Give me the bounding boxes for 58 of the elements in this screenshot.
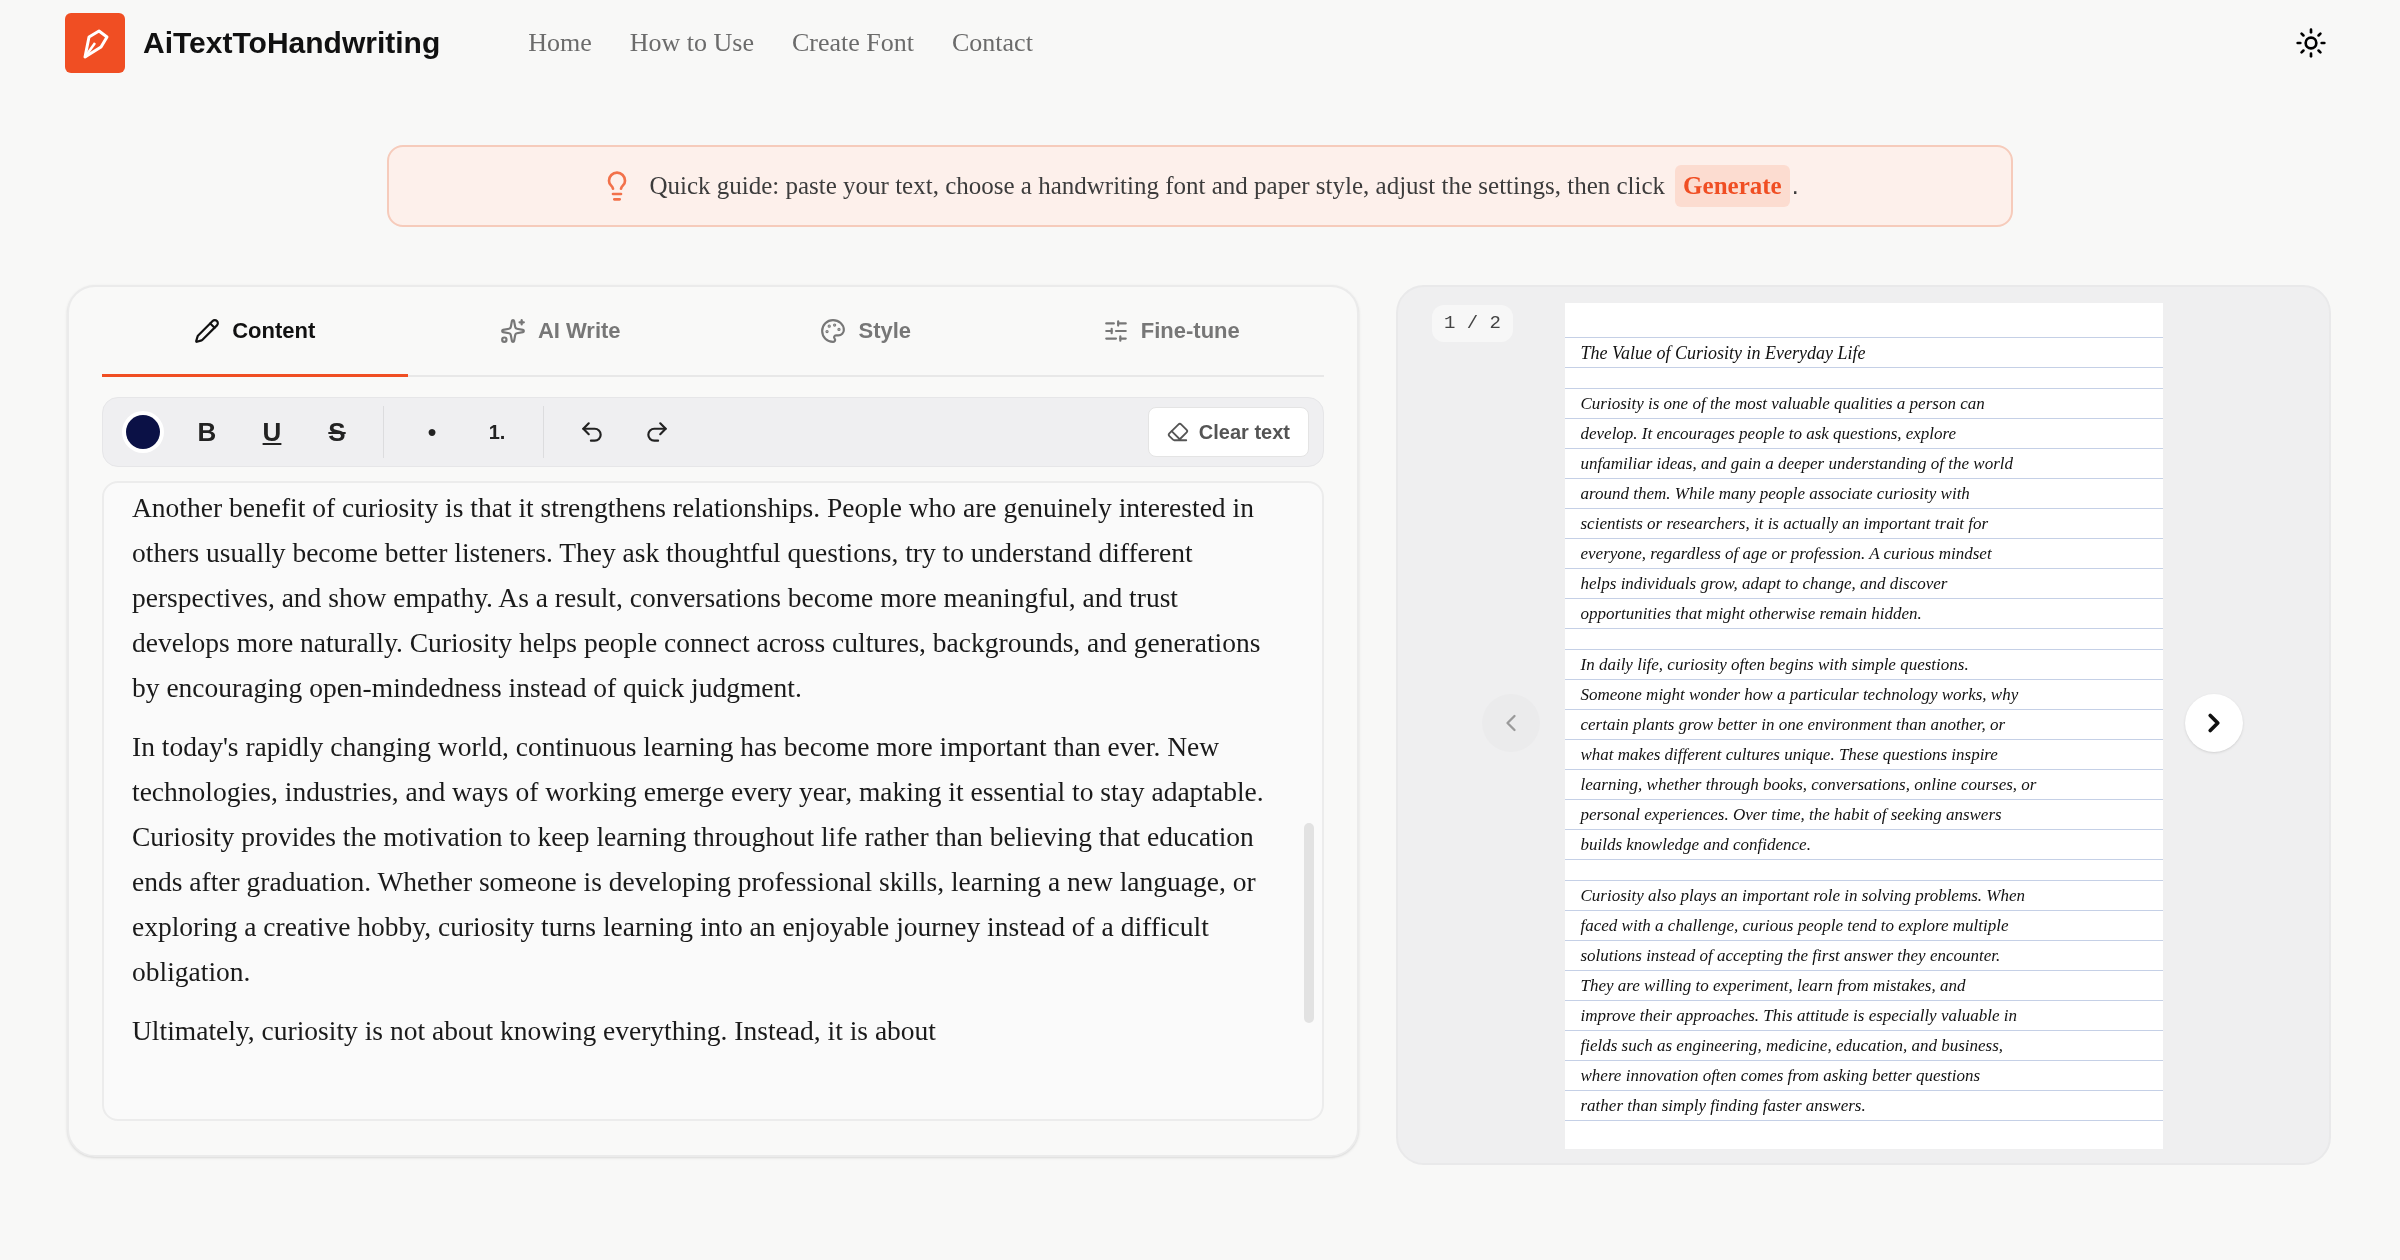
handwritten-line: unfamiliar ideas, and gain a deeper understanding of the world bbox=[1564, 449, 2163, 479]
tab[interactable]: AI Write bbox=[407, 287, 713, 377]
handwritten-line: rather than simply finding faster answers. bbox=[1564, 1091, 2163, 1121]
numbered-list-button[interactable]: 1. bbox=[471, 406, 523, 458]
tab[interactable]: Fine-tune bbox=[1018, 287, 1324, 377]
redo-icon bbox=[644, 419, 670, 445]
undo-icon bbox=[579, 419, 605, 445]
nav-link[interactable]: How to Use bbox=[629, 23, 754, 62]
handwritten-line: certain plants grow better in one environment than another, or bbox=[1564, 710, 2163, 740]
sun-icon bbox=[2295, 26, 2327, 59]
eraser-icon bbox=[1166, 421, 1189, 443]
handwritten-line: faced with a challenge, curious people tend to explore multiple bbox=[1564, 911, 2163, 941]
handwritten-line: Curiosity is one of the most valuable qualities a person can bbox=[1564, 389, 2163, 419]
handwritten-line: learning, whether through books, conversations, online courses, or bbox=[1564, 770, 2163, 800]
sparkles-icon bbox=[499, 317, 526, 344]
handwritten-line: They are willing to experiment, learn from mistakes, and bbox=[1564, 971, 2163, 1001]
handwritten-line: everyone, regardless of age or profession. A curious mindset bbox=[1564, 539, 2163, 569]
pencil-icon bbox=[194, 317, 221, 344]
text-editor[interactable] bbox=[102, 481, 1324, 1121]
paragraph: Another benefit of curiosity is that it strengthens relationships. People who are genuinely interested in others usually become better listeners. They ask thoughtful questions, try to understand different perspectives, and show empathy. As a result, conversations become more meaningful, and trust develops more naturally. Curiosity helps people connect across cultures, backgrounds, and generations by encouraging open-mindedness instead of quick judgment. bbox=[132, 491, 1262, 705]
page-counter: 1 / 2 bbox=[1432, 305, 1513, 342]
handwritten-line: scientists or researchers, it is actually an important trait for bbox=[1564, 509, 2163, 539]
underline-button[interactable]: U bbox=[246, 406, 298, 458]
logo-icon[interactable] bbox=[65, 12, 125, 73]
scrollbar-thumb[interactable] bbox=[1304, 823, 1314, 1023]
nav-link[interactable]: Contact bbox=[952, 23, 1033, 62]
handwritten-line: improve their approaches. This attitude is especially valuable in bbox=[1564, 1001, 2163, 1031]
handwritten-line: builds knowledge and confidence. bbox=[1564, 830, 2163, 860]
bold-button[interactable]: B bbox=[181, 406, 233, 458]
palette-icon bbox=[820, 317, 847, 344]
handwritten-line: opportunities that might otherwise remain hidden. bbox=[1564, 599, 2163, 629]
guide-text: Quick guide: paste your text, choose a handwriting font and paper style, adjust the settings, then click bbox=[649, 171, 1666, 202]
handwritten-line: Someone might wonder how a particular technology works, why bbox=[1564, 680, 2163, 710]
handwritten-line: what makes different cultures unique. These questions inspire bbox=[1564, 740, 2163, 770]
bullet-list-button[interactable]: ● bbox=[406, 406, 458, 458]
nav-link[interactable]: Create Font bbox=[791, 23, 914, 62]
clear-text-button[interactable]: Clear text bbox=[1147, 407, 1309, 457]
sliders-icon bbox=[1102, 317, 1129, 344]
paragraph: In today's rapidly changing world, continuous learning has become more important than ever. New technologies, industries, and ways of working emerge every year, making it essential to stay adaptable. Curiosity provides the motivation to keep learning throughout life rather than believing that education ends after graduation. Whether someone is developing professional skills, learning a new language, or exploring a creative hobby, curiosity turns learning into an enjoyable journey instead of a difficult obligation. bbox=[132, 730, 1265, 989]
tab[interactable]: Style bbox=[713, 287, 1019, 377]
handwritten-line: solutions instead of accepting the first answer they encounter. bbox=[1564, 941, 2163, 971]
brand-name[interactable]: AiTextToHandwriting bbox=[143, 20, 441, 65]
handwritten-line: around them. While many people associate curiosity with bbox=[1564, 479, 2163, 509]
handwritten-line: where innovation often comes from asking better questions bbox=[1564, 1061, 2163, 1091]
next-page-button[interactable] bbox=[2185, 694, 2243, 752]
handwritten-line: Curiosity also plays an important role in solving problems. When bbox=[1564, 881, 2163, 911]
guide-period: . bbox=[1791, 170, 1799, 202]
handwritten-title: The Value of Curiosity in Everyday Life bbox=[1564, 338, 2163, 368]
handwritten-line: develop. It encourages people to ask questions, explore bbox=[1564, 419, 2163, 449]
handwritten-line: personal experiences. Over time, the habit of seeking answers bbox=[1564, 800, 2163, 830]
generate-highlight: Generate bbox=[1675, 165, 1790, 207]
paragraph: Ultimately, curiosity is not about knowing everything. Instead, it is about bbox=[132, 1014, 937, 1048]
strikethrough-button[interactable]: S bbox=[311, 406, 363, 458]
handwritten-line: In daily life, curiosity often begins with simple questions. bbox=[1564, 650, 2163, 680]
handwritten-line: helps individuals grow, adapt to change, and discover bbox=[1564, 569, 2163, 599]
nav-link[interactable]: Home bbox=[528, 23, 592, 62]
tab[interactable]: Content bbox=[102, 287, 408, 377]
handwritten-line: fields such as engineering, medicine, education, and business, bbox=[1564, 1031, 2163, 1061]
